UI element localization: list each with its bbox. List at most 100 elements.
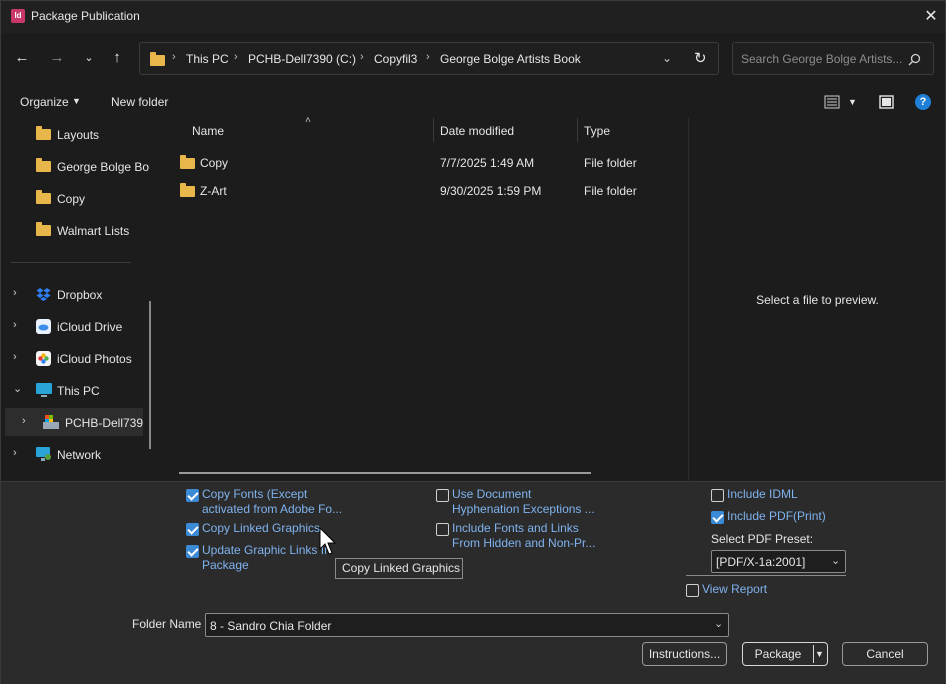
- command-bar: Organize ▼ New folder ▼ ?: [1, 86, 945, 118]
- address-bar[interactable]: › This PC › PCHB-Dell7390 (C:) › Copyfil…: [139, 42, 719, 75]
- up-arrow-icon[interactable]: ↑: [105, 46, 129, 70]
- chevron-right-icon[interactable]: ›: [13, 287, 17, 299]
- use-hyphenation-label[interactable]: Use Document Hyphenation Exceptions ...: [452, 487, 595, 517]
- file-list: Name ˄ Date modified Type Copy 7/7/2025 …: [161, 115, 687, 481]
- sidebar-item-network[interactable]: › Network: [1, 440, 151, 468]
- chevron-down-icon: ⌄: [831, 555, 841, 567]
- indesign-app-icon: Id: [11, 9, 25, 23]
- chevron-right-icon[interactable]: ›: [13, 447, 17, 459]
- window-title: Package Publication: [31, 9, 140, 23]
- copy-fonts-label[interactable]: Copy Fonts (Except activated from Adobe F…: [202, 487, 342, 517]
- folder-icon: [150, 52, 165, 66]
- close-icon[interactable]: ✕: [919, 5, 943, 29]
- pdf-preset-select[interactable]: [PDF/X-1a:2001] ⌄: [711, 550, 846, 573]
- folder-icon: [36, 158, 51, 172]
- chevron-right-icon[interactable]: ›: [13, 319, 17, 331]
- include-idml-checkbox[interactable]: [711, 489, 724, 502]
- folder-name-label: Folder Name: [132, 617, 202, 631]
- view-report-label[interactable]: View Report: [702, 582, 767, 597]
- include-hidden-fonts-checkbox[interactable]: [436, 523, 449, 536]
- organize-caret-icon: ▼: [72, 96, 81, 106]
- folder-icon: [36, 222, 51, 236]
- tooltip: Copy Linked Graphics: [335, 558, 463, 579]
- organize-button[interactable]: Organize: [20, 95, 69, 109]
- update-graphic-links-label[interactable]: Update Graphic Links In Package: [202, 543, 331, 573]
- sidebar-item-george-bolge[interactable]: George Bolge Bo: [1, 152, 151, 180]
- include-hidden-fonts-label[interactable]: Include Fonts and Links From Hidden and N…: [452, 521, 595, 551]
- address-history-chevron-icon[interactable]: ⌄: [662, 51, 672, 65]
- package-button[interactable]: Package ▼: [742, 642, 828, 666]
- column-header-name[interactable]: Name: [192, 124, 224, 138]
- chevron-right-icon: ›: [426, 51, 430, 63]
- folder-icon: [180, 155, 195, 169]
- help-icon[interactable]: ?: [915, 94, 931, 110]
- include-pdf-checkbox[interactable]: [711, 511, 724, 524]
- sidebar-item-icloud-drive[interactable]: › iCloud Drive: [1, 312, 151, 340]
- instructions-button[interactable]: Instructions...: [642, 642, 727, 666]
- recent-chevron-down-icon[interactable]: ⌄: [77, 46, 101, 70]
- column-header-date-modified[interactable]: Date modified: [440, 124, 514, 138]
- folder-icon: [36, 190, 51, 204]
- chevron-right-icon[interactable]: ›: [13, 351, 17, 363]
- dropbox-icon: [36, 288, 51, 301]
- sidebar-divider: [11, 262, 131, 263]
- breadcrumb-this-pc[interactable]: This PC: [186, 52, 229, 66]
- refresh-icon[interactable]: ↻: [694, 49, 707, 67]
- icloud-icon: [36, 319, 51, 334]
- use-hyphenation-checkbox[interactable]: [436, 489, 449, 502]
- breadcrumb-current-folder[interactable]: George Bolge Artists Book: [440, 52, 581, 66]
- copy-linked-graphics-label[interactable]: Copy Linked Graphics: [202, 521, 320, 536]
- folder-name-input[interactable]: 8 - Sandro Chia Folder ⌄: [205, 613, 729, 637]
- preview-message: Select a file to preview.: [756, 293, 879, 307]
- search-box[interactable]: Search George Bolge Artists...: [732, 42, 934, 75]
- chevron-right-icon: ›: [234, 51, 238, 63]
- package-publication-dialog: Id Package Publication ✕ ← → ⌄ ↑ › This …: [0, 0, 946, 684]
- file-row-copy[interactable]: Copy 7/7/2025 1:49 AM File folder: [161, 148, 687, 176]
- update-graphic-links-checkbox[interactable]: [186, 545, 199, 558]
- chevron-down-icon[interactable]: ⌄: [13, 382, 22, 395]
- new-folder-button[interactable]: New folder: [111, 95, 168, 109]
- sidebar-item-copy[interactable]: Copy: [1, 184, 151, 212]
- sidebar-item-pchb-dell7390[interactable]: › PCHB-Dell7390: [5, 408, 143, 436]
- view-details-icon[interactable]: [824, 95, 840, 109]
- include-pdf-label[interactable]: Include PDF(Print): [727, 509, 826, 524]
- column-divider[interactable]: [577, 118, 578, 142]
- computer-icon: [36, 383, 52, 397]
- sidebar-item-this-pc[interactable]: ⌄ This PC: [1, 376, 151, 404]
- back-arrow-icon[interactable]: ←: [10, 46, 34, 70]
- column-divider[interactable]: [433, 118, 434, 142]
- sidebar-item-layouts[interactable]: Layouts: [1, 120, 151, 148]
- file-row-z-art[interactable]: Z-Art 9/30/2025 1:59 PM File folder: [161, 176, 687, 204]
- search-icon: [908, 53, 921, 66]
- chevron-right-icon: ›: [360, 51, 364, 63]
- chevron-right-icon[interactable]: ›: [22, 415, 26, 427]
- package-options-panel: Copy Fonts (Except activated from Adobe F…: [1, 481, 945, 684]
- sidebar-item-dropbox[interactable]: › Dropbox: [1, 280, 151, 308]
- chevron-down-icon[interactable]: ⌄: [714, 617, 723, 630]
- search-input[interactable]: Search George Bolge Artists...: [741, 52, 902, 66]
- network-icon: [36, 447, 51, 461]
- cancel-button[interactable]: Cancel: [842, 642, 928, 666]
- copy-fonts-checkbox[interactable]: [186, 489, 199, 502]
- breadcrumb-copyfil3[interactable]: Copyfil3: [374, 52, 417, 66]
- chevron-right-icon: ›: [172, 51, 176, 63]
- title-bar: Id Package Publication ✕: [1, 1, 945, 33]
- forward-arrow-icon[interactable]: →: [45, 46, 69, 70]
- split-divider: [813, 645, 814, 663]
- view-options-caret-icon[interactable]: ▼: [848, 97, 857, 107]
- include-idml-label[interactable]: Include IDML: [727, 487, 798, 502]
- photos-icon: [36, 351, 51, 366]
- sidebar-item-icloud-photos[interactable]: › iCloud Photos: [1, 344, 151, 372]
- divider-line: [686, 575, 846, 576]
- view-report-checkbox[interactable]: [686, 584, 699, 597]
- navigation-pane: Layouts George Bolge Bo Copy Walmart Lis…: [1, 118, 159, 481]
- breadcrumb-drive[interactable]: PCHB-Dell7390 (C:): [248, 52, 356, 66]
- preview-pane-icon[interactable]: [879, 95, 894, 109]
- file-list-horizontal-scrollbar[interactable]: [179, 472, 591, 474]
- column-header-type[interactable]: Type: [584, 124, 610, 138]
- sidebar-item-walmart-lists[interactable]: Walmart Lists: [1, 216, 151, 244]
- folder-icon: [36, 126, 51, 140]
- sidebar-scrollbar[interactable]: [149, 301, 151, 449]
- copy-linked-graphics-checkbox[interactable]: [186, 523, 199, 536]
- package-menu-caret-icon[interactable]: ▼: [815, 643, 824, 665]
